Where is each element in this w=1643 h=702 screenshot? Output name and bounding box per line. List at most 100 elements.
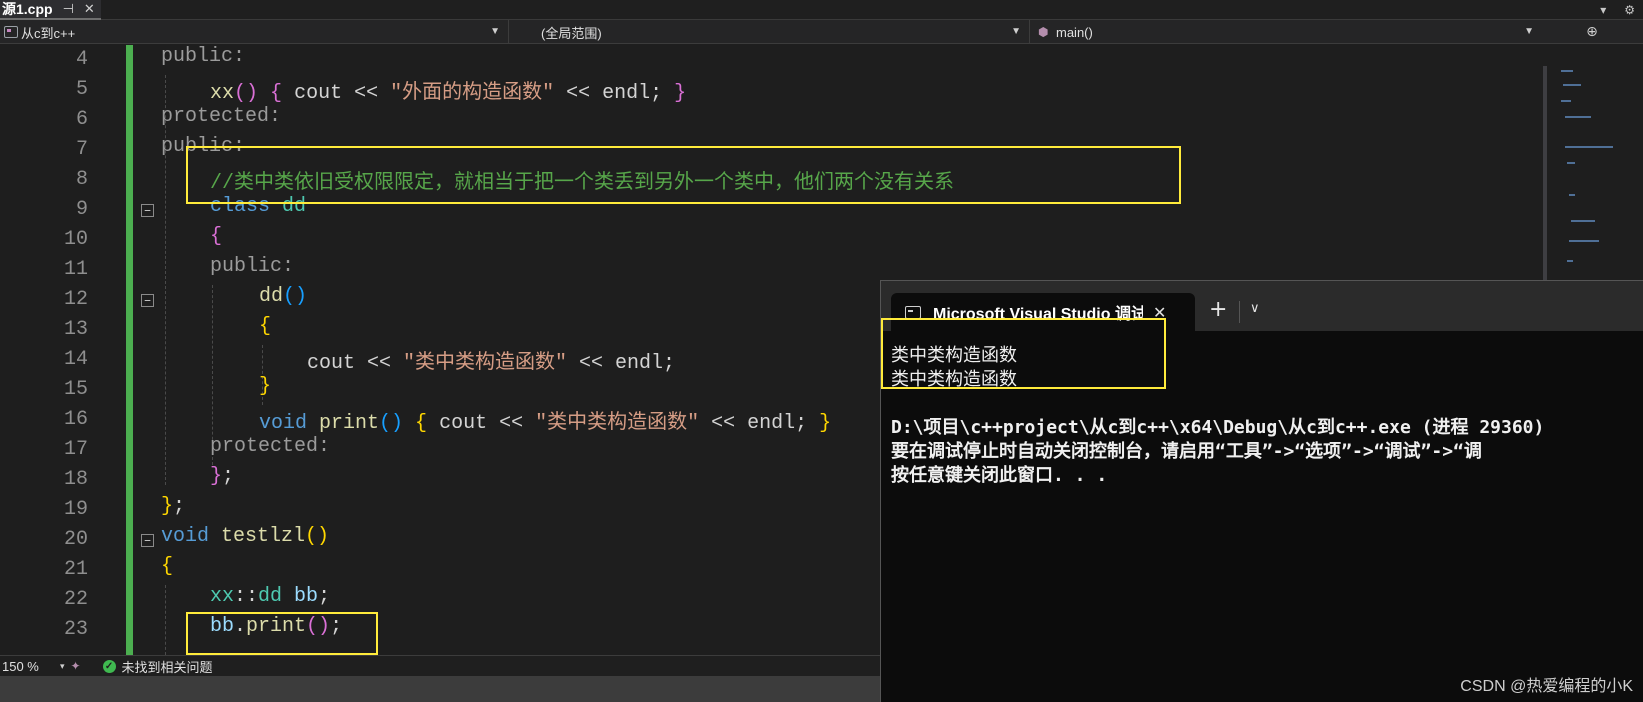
chevron-down-icon: ▼ — [1011, 26, 1021, 37]
code-line-11: public: — [210, 255, 294, 285]
brace: } — [259, 375, 272, 398]
line-number: 21 — [63, 558, 88, 581]
issues-status-text[interactable]: 未找到相关问题 — [122, 657, 213, 676]
brace: { — [259, 315, 272, 338]
terminal-line: 按任意键关闭此窗口. . . — [891, 465, 1108, 485]
code-line-6: protected: — [161, 105, 281, 135]
code-text: ; — [222, 465, 235, 488]
function-name: print — [307, 412, 380, 435]
brace: } — [210, 465, 223, 488]
member-dropdown[interactable]: ⬢ main() ▼ — [1030, 20, 1542, 44]
line-number: 8 — [75, 168, 88, 191]
line-number: 5 — [75, 78, 88, 101]
minimap-line — [1563, 84, 1581, 86]
project-icon — [4, 26, 18, 38]
minimap-line — [1567, 162, 1575, 164]
chevron-down-icon[interactable]: ∨ — [1250, 301, 1260, 316]
change-indicator-bar — [126, 45, 133, 655]
watermark: CSDN @热爱编程的小K — [1460, 678, 1633, 695]
string-literal: "外面的构造函数" — [390, 82, 555, 105]
zoom-level[interactable]: 150 % — [0, 659, 60, 674]
terminal-icon — [905, 305, 921, 319]
project-dropdown-label: 从c到c++ — [21, 25, 76, 41]
tab-overflow-icon[interactable]: ▾ — [1600, 3, 1606, 17]
minimap-line — [1561, 100, 1571, 102]
member-dropdown-label: main() — [1056, 24, 1093, 40]
line-number: 6 — [75, 108, 88, 131]
code-line-19: }; — [161, 495, 185, 525]
code-text: cout << — [307, 352, 404, 375]
paren: () — [283, 285, 308, 308]
function-name: xx — [210, 82, 235, 105]
method-cube-icon: ⬢ — [1038, 24, 1049, 39]
close-icon[interactable]: ✕ — [84, 2, 95, 17]
line-number: 4 — [75, 48, 88, 71]
access-specifier: protected: — [210, 435, 331, 458]
code-line-16: void print() { cout << "类中类构造函数" << endl… — [259, 405, 831, 435]
code-line-22: xx::dd bb; — [210, 585, 330, 615]
code-line-18: }; — [210, 465, 234, 495]
pin-icon[interactable]: ⊣ — [63, 2, 74, 17]
navigation-bar: 从c到c++ ▼ (全局范围) ▼ ⬢ main() ▼ ⊕ — [0, 20, 1643, 44]
settings-icon[interactable]: ⚙ — [1624, 3, 1635, 17]
paren: () — [234, 82, 259, 105]
no-issues-check-icon: ✓ — [102, 659, 116, 673]
line-number: 15 — [63, 378, 88, 401]
line-number: 13 — [63, 318, 88, 341]
function-name: testlzl — [209, 525, 306, 548]
fold-collapse-icon[interactable]: − — [141, 204, 154, 217]
terminal-line: 要在调试停止时自动关闭控制台，请启用“工具”->“选项”->“调试”->“调 — [891, 441, 1482, 461]
code-text: :: — [234, 585, 259, 608]
minimap-line — [1561, 70, 1573, 72]
scope-dropdown[interactable]: (全局范围) ▼ — [509, 20, 1029, 44]
brace: } — [161, 495, 174, 518]
line-number: 14 — [63, 348, 88, 371]
new-tab-plus-icon[interactable]: + — [1209, 297, 1227, 322]
access-specifier: public: — [161, 45, 246, 68]
split-editor-icon[interactable]: ⊕ — [1581, 20, 1603, 44]
keyword: void — [259, 412, 308, 435]
zoom-dropdown-icon[interactable]: ▾ — [60, 661, 65, 672]
minimap-line — [1569, 194, 1575, 196]
code-cleanup-icon[interactable]: ✦ — [71, 659, 85, 673]
chevron-down-icon: ▼ — [490, 26, 500, 37]
debug-console-window[interactable]: Microsoft Visual Studio 调试控制台 ✕ + ∨ 类中类构… — [880, 280, 1643, 702]
scope-dropdown-label: (全局范围) — [541, 25, 602, 41]
line-number: 23 — [63, 618, 88, 641]
minimap-line — [1569, 240, 1599, 242]
call-highlight-box — [186, 612, 378, 655]
output-highlight-box — [881, 318, 1166, 389]
line-number: 10 — [63, 228, 88, 251]
code-line-21: { — [161, 555, 173, 585]
access-specifier: protected: — [161, 105, 282, 128]
access-specifier: public: — [210, 255, 295, 278]
project-dropdown[interactable]: 从c到c++ ▼ — [0, 20, 508, 44]
code-minimap[interactable] — [1547, 64, 1643, 284]
minimap-line — [1565, 116, 1591, 118]
tabstrip-tools: ▾ ⚙ — [1600, 0, 1635, 20]
fold-collapse-icon[interactable]: − — [141, 294, 154, 307]
code-text: ; — [318, 585, 331, 608]
line-number: 20 — [63, 528, 88, 551]
keyword: void — [161, 525, 210, 548]
line-number: 11 — [63, 258, 88, 281]
code-text: << endl; — [567, 352, 676, 375]
line-number: 16 — [63, 408, 88, 431]
minimap-line — [1567, 260, 1573, 262]
document-tab[interactable]: 源1.cpp ⊣ ✕ — [0, 0, 101, 20]
line-number: 19 — [63, 498, 88, 521]
divider — [1239, 301, 1240, 323]
code-line-14: cout << "类中类构造函数" << endl; — [307, 345, 675, 375]
editor-status-bar: 150 % ▾ ✦ ✓ 未找到相关问题 — [0, 655, 880, 676]
line-number: 22 — [63, 588, 88, 611]
class-name: dd — [258, 585, 283, 608]
document-tab-strip: 源1.cpp ⊣ ✕ ▾ ⚙ — [0, 0, 1643, 20]
brace: } — [674, 82, 687, 105]
brace: } — [819, 412, 832, 435]
paren: () — [305, 525, 330, 548]
class-name: xx — [210, 585, 235, 608]
indent-guide — [165, 585, 166, 655]
fold-collapse-icon[interactable]: − — [141, 534, 154, 547]
brace: { — [210, 225, 223, 248]
